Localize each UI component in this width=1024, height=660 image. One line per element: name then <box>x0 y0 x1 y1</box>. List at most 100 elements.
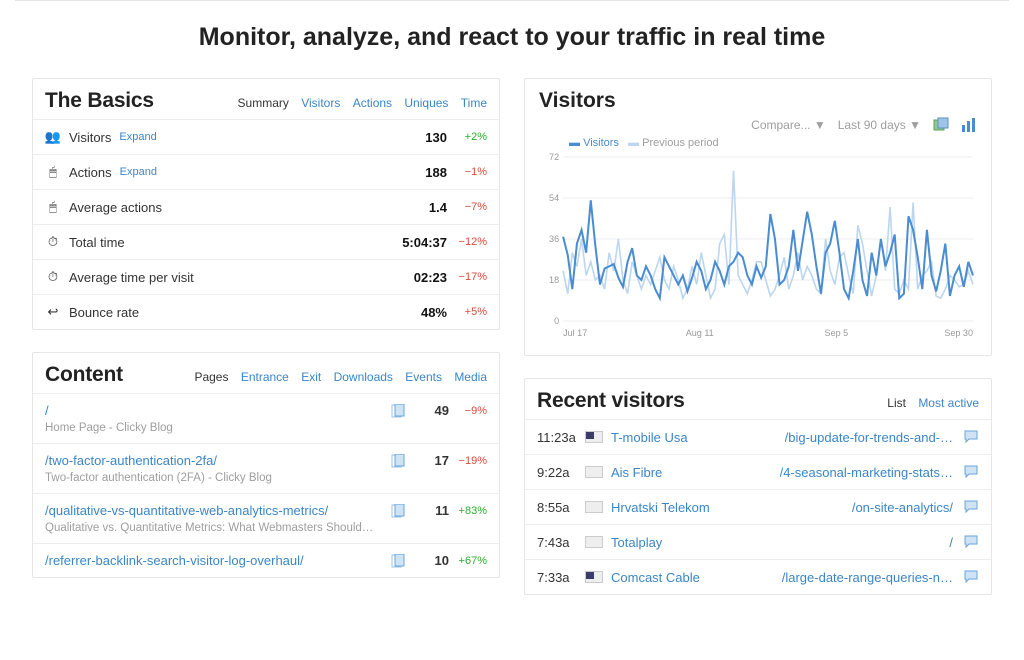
flag-icon <box>585 501 603 513</box>
svg-text:Sep 5: Sep 5 <box>825 328 849 338</box>
content-row: /referrer-backlink-search-visitor-log-ov… <box>33 543 499 577</box>
basics-tab-visitors[interactable]: Visitors <box>301 96 340 110</box>
content-count: 49 <box>415 403 449 418</box>
recent-time: 8:55a <box>537 500 585 515</box>
visitors-heading: Visitors <box>539 89 616 113</box>
basics-row-value: 5:04:37 <box>397 235 453 250</box>
basics-tab-actions[interactable]: Actions <box>353 96 392 110</box>
content-tab-media[interactable]: Media <box>454 370 487 384</box>
page-icon <box>391 404 405 418</box>
basics-row-delta: −17% <box>453 271 487 283</box>
content-row: /49−9%Home Page - Clicky Blog <box>33 393 499 443</box>
basics-row-label: Bounce rate <box>69 305 139 320</box>
visitors-panel: Visitors Compare... ▼ Last 90 days ▼ ▬ V… <box>524 78 992 356</box>
recent-row: 11:23a T-mobile Usa/big-update-for-trends… <box>525 419 991 454</box>
content-count: 11 <box>415 503 449 518</box>
chat-icon[interactable] <box>963 534 979 550</box>
content-row: /qualitative-vs-quantitative-web-analyti… <box>33 493 499 543</box>
basics-tab-time[interactable]: Time <box>461 96 487 110</box>
recent-page-link[interactable]: /big-update-for-trends-and-… <box>785 430 953 445</box>
recent-isp-link[interactable]: T-mobile Usa <box>611 430 688 445</box>
basics-row-label: Visitors <box>69 130 111 145</box>
basics-row-delta: +2% <box>453 131 487 143</box>
basics-row-delta: +5% <box>453 306 487 318</box>
recent-time: 7:43a <box>537 535 585 550</box>
content-delta: +67% <box>449 555 487 567</box>
recent-page-link[interactable]: / <box>949 535 953 550</box>
recent-page-link[interactable]: /on-site-analytics/ <box>852 500 953 515</box>
flag-icon <box>585 431 603 443</box>
basics-row: 🖱Average actions1.4−7% <box>33 189 499 224</box>
recent-isp-link[interactable]: Hrvatski Telekom <box>611 500 710 515</box>
recent-isp-link[interactable]: Totalplay <box>611 535 662 550</box>
avg-time-icon: ⏱ <box>45 269 61 285</box>
recent-row: 7:43a Totalplay / <box>525 524 991 559</box>
bounce-icon: ↩ <box>45 304 61 320</box>
bar-chart-icon[interactable] <box>961 117 977 133</box>
compare-dropdown[interactable]: Compare... ▼ <box>751 118 826 132</box>
basics-row-value: 48% <box>397 305 453 320</box>
visitors-chart: 018365472Jul 17Aug 11Sep 5Sep 30 <box>537 151 979 341</box>
svg-text:Sep 30: Sep 30 <box>944 328 973 338</box>
basics-row-delta: −7% <box>453 201 487 213</box>
content-delta: +83% <box>449 505 487 517</box>
recent-page-link[interactable]: /large-date-range-queries-n… <box>782 570 953 585</box>
svg-text:0: 0 <box>554 316 559 326</box>
export-icon[interactable] <box>933 117 949 133</box>
flag-icon <box>585 536 603 548</box>
expand-link[interactable]: Expand <box>120 166 157 178</box>
expand-link[interactable]: Expand <box>119 131 156 143</box>
content-heading: Content <box>45 363 123 387</box>
basics-row: ↩ Bounce rate 48%+5% <box>33 294 499 329</box>
avg-actions-icon: 🖱 <box>45 199 61 215</box>
basics-row-delta: −1% <box>453 166 487 178</box>
basics-row-value: 1.4 <box>397 200 453 215</box>
recent-page-link[interactable]: /4-seasonal-marketing-stats… <box>780 465 953 480</box>
recent-tabs: List Most active <box>878 396 979 410</box>
basics-row-delta: −12% <box>453 236 487 248</box>
recent-isp-link[interactable]: Comcast Cable <box>611 570 700 585</box>
total-time-icon: ⏱ <box>45 234 61 250</box>
recent-isp-link[interactable]: Ais Fibre <box>611 465 662 480</box>
chat-icon[interactable] <box>963 429 979 445</box>
content-tabs: Pages Entrance Exit Downloads Events Med… <box>185 370 487 384</box>
basics-row: 👥 Visitors Expand 130+2% <box>33 119 499 154</box>
content-subtitle: Home Page - Clicky Blog <box>45 422 487 434</box>
chat-icon[interactable] <box>963 569 979 585</box>
content-path-link[interactable]: / <box>45 403 391 418</box>
content-path-link[interactable]: /two-factor-authentication-2fa/ <box>45 453 391 468</box>
basics-row-value: 130 <box>397 130 453 145</box>
recent-tab-list[interactable]: List <box>887 396 906 410</box>
content-path-link[interactable]: /referrer-backlink-search-visitor-log-ov… <box>45 553 391 568</box>
svg-text:18: 18 <box>549 275 559 285</box>
basics-row-value: 188 <box>397 165 453 180</box>
basics-row-value: 02:23 <box>397 270 453 285</box>
flag-icon <box>585 571 603 583</box>
svg-text:Aug 11: Aug 11 <box>686 328 714 338</box>
recent-tab-active[interactable]: Most active <box>918 396 979 410</box>
recent-heading: Recent visitors <box>537 389 685 413</box>
svg-text:36: 36 <box>549 234 559 244</box>
content-tab-downloads[interactable]: Downloads <box>334 370 393 384</box>
content-tab-entrance[interactable]: Entrance <box>241 370 289 384</box>
basics-row: ⏱ Average time per visit 02:23−17% <box>33 259 499 294</box>
recent-time: 11:23a <box>537 430 585 445</box>
page-icon <box>391 504 405 518</box>
chat-icon[interactable] <box>963 464 979 480</box>
recent-visitors-panel: Recent visitors List Most active 11:23a T… <box>524 378 992 595</box>
range-dropdown[interactable]: Last 90 days ▼ <box>838 118 921 132</box>
basics-tab-uniques[interactable]: Uniques <box>404 96 448 110</box>
recent-row: 8:55a Hrvatski Telekom/on-site-analytics/ <box>525 489 991 524</box>
content-tab-pages[interactable]: Pages <box>194 370 228 384</box>
page-icon <box>391 454 405 468</box>
content-panel: Content Pages Entrance Exit Downloads Ev… <box>32 352 500 578</box>
chat-icon[interactable] <box>963 499 979 515</box>
content-tab-exit[interactable]: Exit <box>301 370 321 384</box>
basics-row-label: Average time per visit <box>69 270 194 285</box>
basics-tab-summary[interactable]: Summary <box>238 96 289 110</box>
content-path-link[interactable]: /qualitative-vs-quantitative-web-analyti… <box>45 503 391 518</box>
basics-row: 🖱ActionsExpand188−1% <box>33 154 499 189</box>
content-tab-events[interactable]: Events <box>405 370 442 384</box>
visitors-icon: 👥 <box>45 129 61 145</box>
svg-text:Jul 17: Jul 17 <box>563 328 587 338</box>
